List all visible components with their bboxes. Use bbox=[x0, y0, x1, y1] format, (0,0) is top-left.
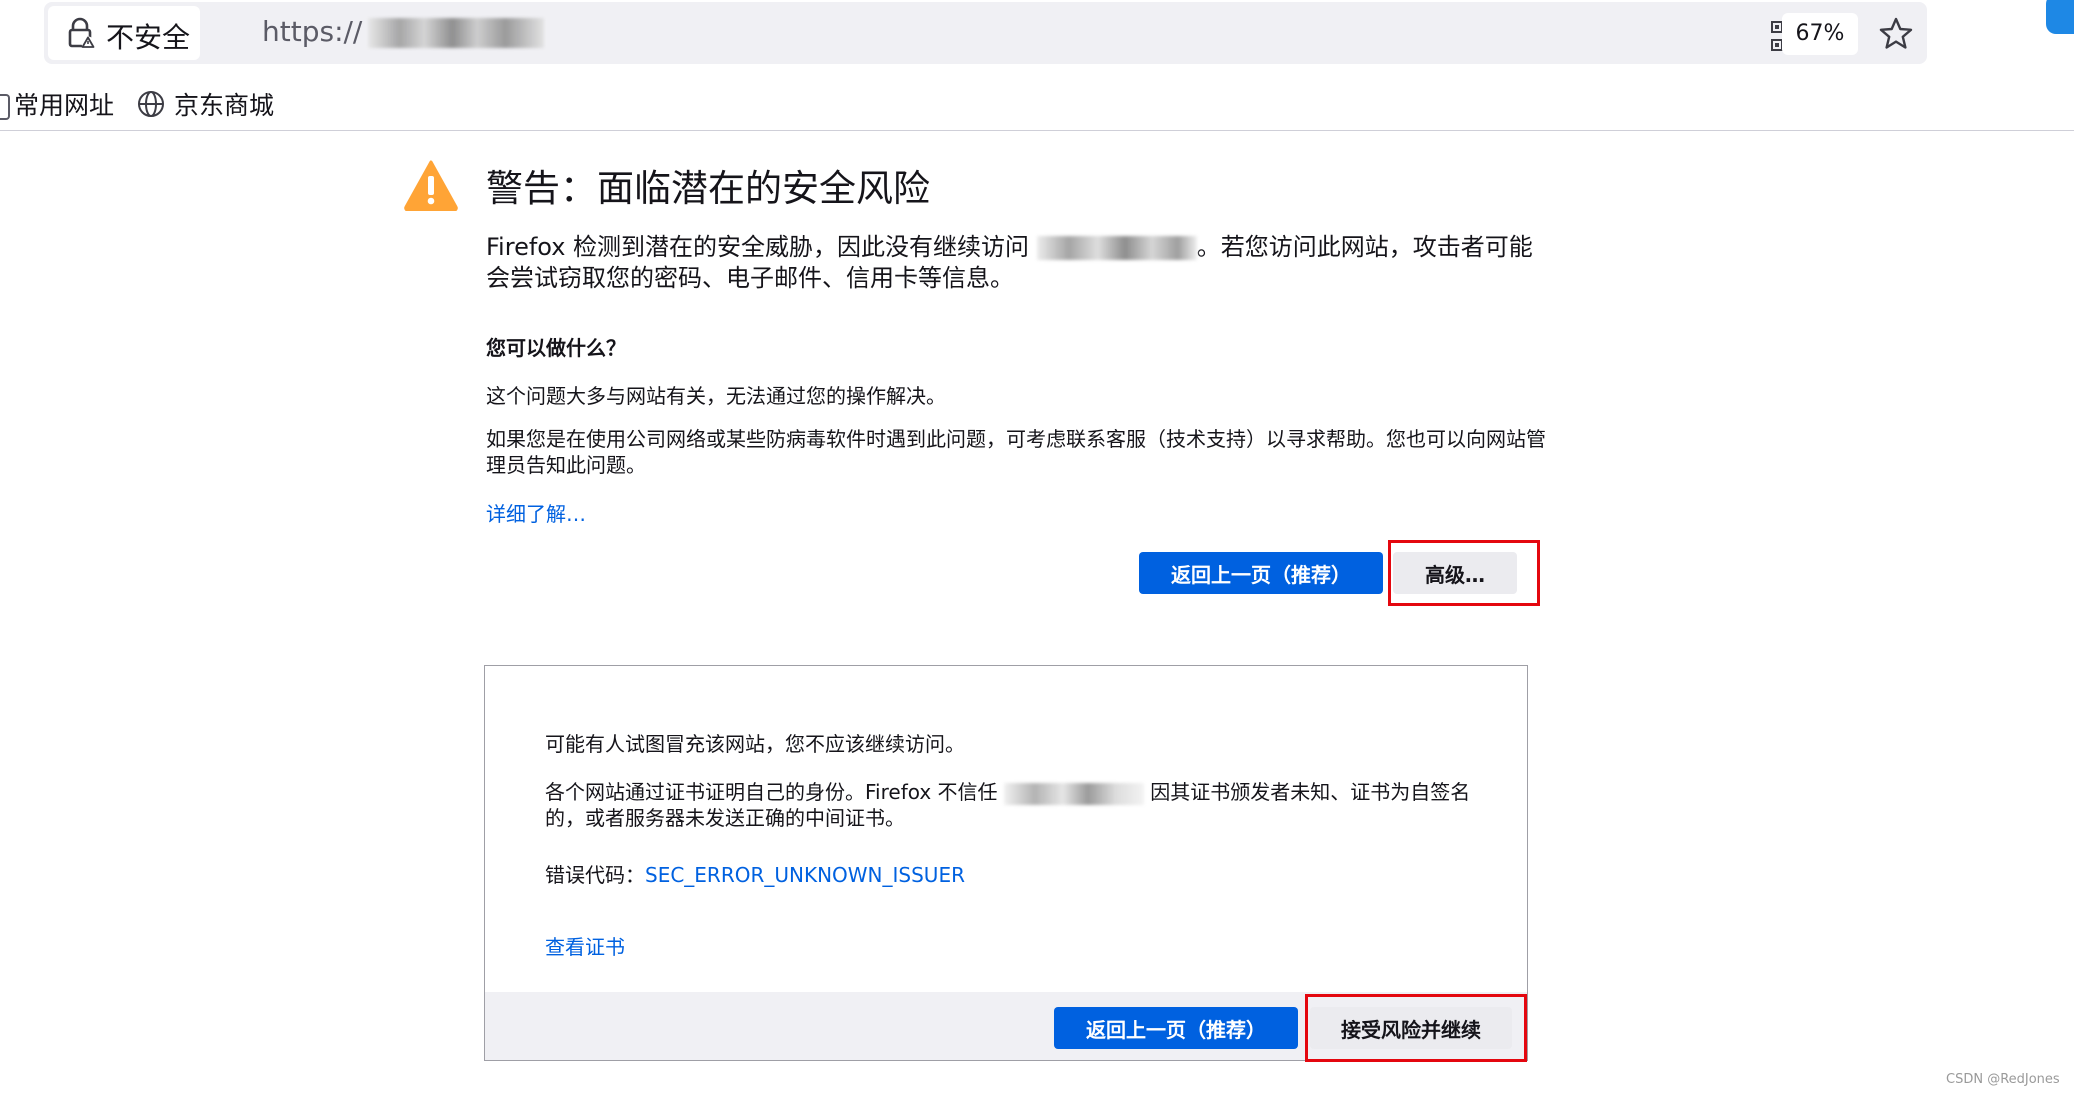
url-prefix: https:// bbox=[262, 15, 363, 48]
page-title: 警告：面临潜在的安全风险 bbox=[486, 167, 930, 210]
impersonation-warning: 可能有人试图冒充该网站，您不应该继续访问。 bbox=[545, 732, 965, 756]
learn-more-link[interactable]: 详细了解… bbox=[486, 498, 586, 527]
site-security-button[interactable]: 不安全 bbox=[48, 6, 200, 60]
insecure-lock-icon bbox=[68, 17, 95, 49]
hostname-redacted bbox=[1036, 236, 1197, 260]
bookmark-star-icon[interactable] bbox=[1878, 16, 1914, 52]
hostname-redacted-2 bbox=[1003, 782, 1144, 805]
bookmark-item-jd[interactable]: 京东商城 bbox=[174, 86, 274, 122]
toolbar-divider bbox=[0, 130, 2074, 131]
certificate-explanation: 各个网站通过证书证明自己的身份。Firefox 不信任 因其证书颁发者未知、证书… bbox=[545, 779, 1475, 831]
error-code-row: 错误代码：SEC_ERROR_UNKNOWN_ISSUER bbox=[545, 859, 965, 888]
url-text[interactable]: https:// bbox=[262, 15, 362, 48]
what-can-you-do-heading: 您可以做什么？ bbox=[486, 336, 626, 360]
help-text: 如果您是在使用公司网络或某些防病毒软件时遇到此问题，可考虑联系客服（技术支持）以… bbox=[486, 427, 1546, 477]
error-code-link[interactable]: SEC_ERROR_UNKNOWN_ISSUER bbox=[645, 863, 965, 887]
explanation-text: 这个问题大多与网站有关，无法通过您的操作解决。 bbox=[486, 384, 946, 408]
security-label: 不安全 bbox=[106, 21, 191, 54]
globe-icon bbox=[138, 91, 164, 117]
go-back-button-2[interactable]: 返回上一页（推荐） bbox=[1054, 1007, 1298, 1049]
go-back-button[interactable]: 返回上一页（推荐） bbox=[1139, 552, 1383, 594]
extension-icon[interactable] bbox=[2046, 0, 2074, 34]
highlight-accept-risk bbox=[1305, 994, 1527, 1062]
zoom-level[interactable]: 67% bbox=[1782, 13, 1858, 55]
description-part1: Firefox 检测到潜在的安全威胁，因此没有继续访问 bbox=[486, 233, 1030, 261]
watermark: CSDN @RedJones bbox=[1946, 1072, 2060, 1087]
url-redacted bbox=[368, 18, 544, 48]
error-description: Firefox 检测到潜在的安全威胁，因此没有继续访问 。若您访问此网站，攻击者… bbox=[486, 232, 1546, 294]
url-bar[interactable]: https:// 67% bbox=[44, 2, 1927, 64]
bookmark-item-changyong[interactable]: 常用网址 bbox=[14, 86, 114, 122]
error-code-label: 错误代码： bbox=[545, 863, 645, 887]
bookmark-folder-icon bbox=[0, 94, 10, 120]
warning-icon bbox=[404, 160, 458, 211]
view-certificate-link[interactable]: 查看证书 bbox=[545, 931, 625, 960]
highlight-advanced bbox=[1388, 540, 1540, 606]
certificate-explanation-part1: 各个网站通过证书证明自己的身份。Firefox 不信任 bbox=[545, 780, 998, 804]
